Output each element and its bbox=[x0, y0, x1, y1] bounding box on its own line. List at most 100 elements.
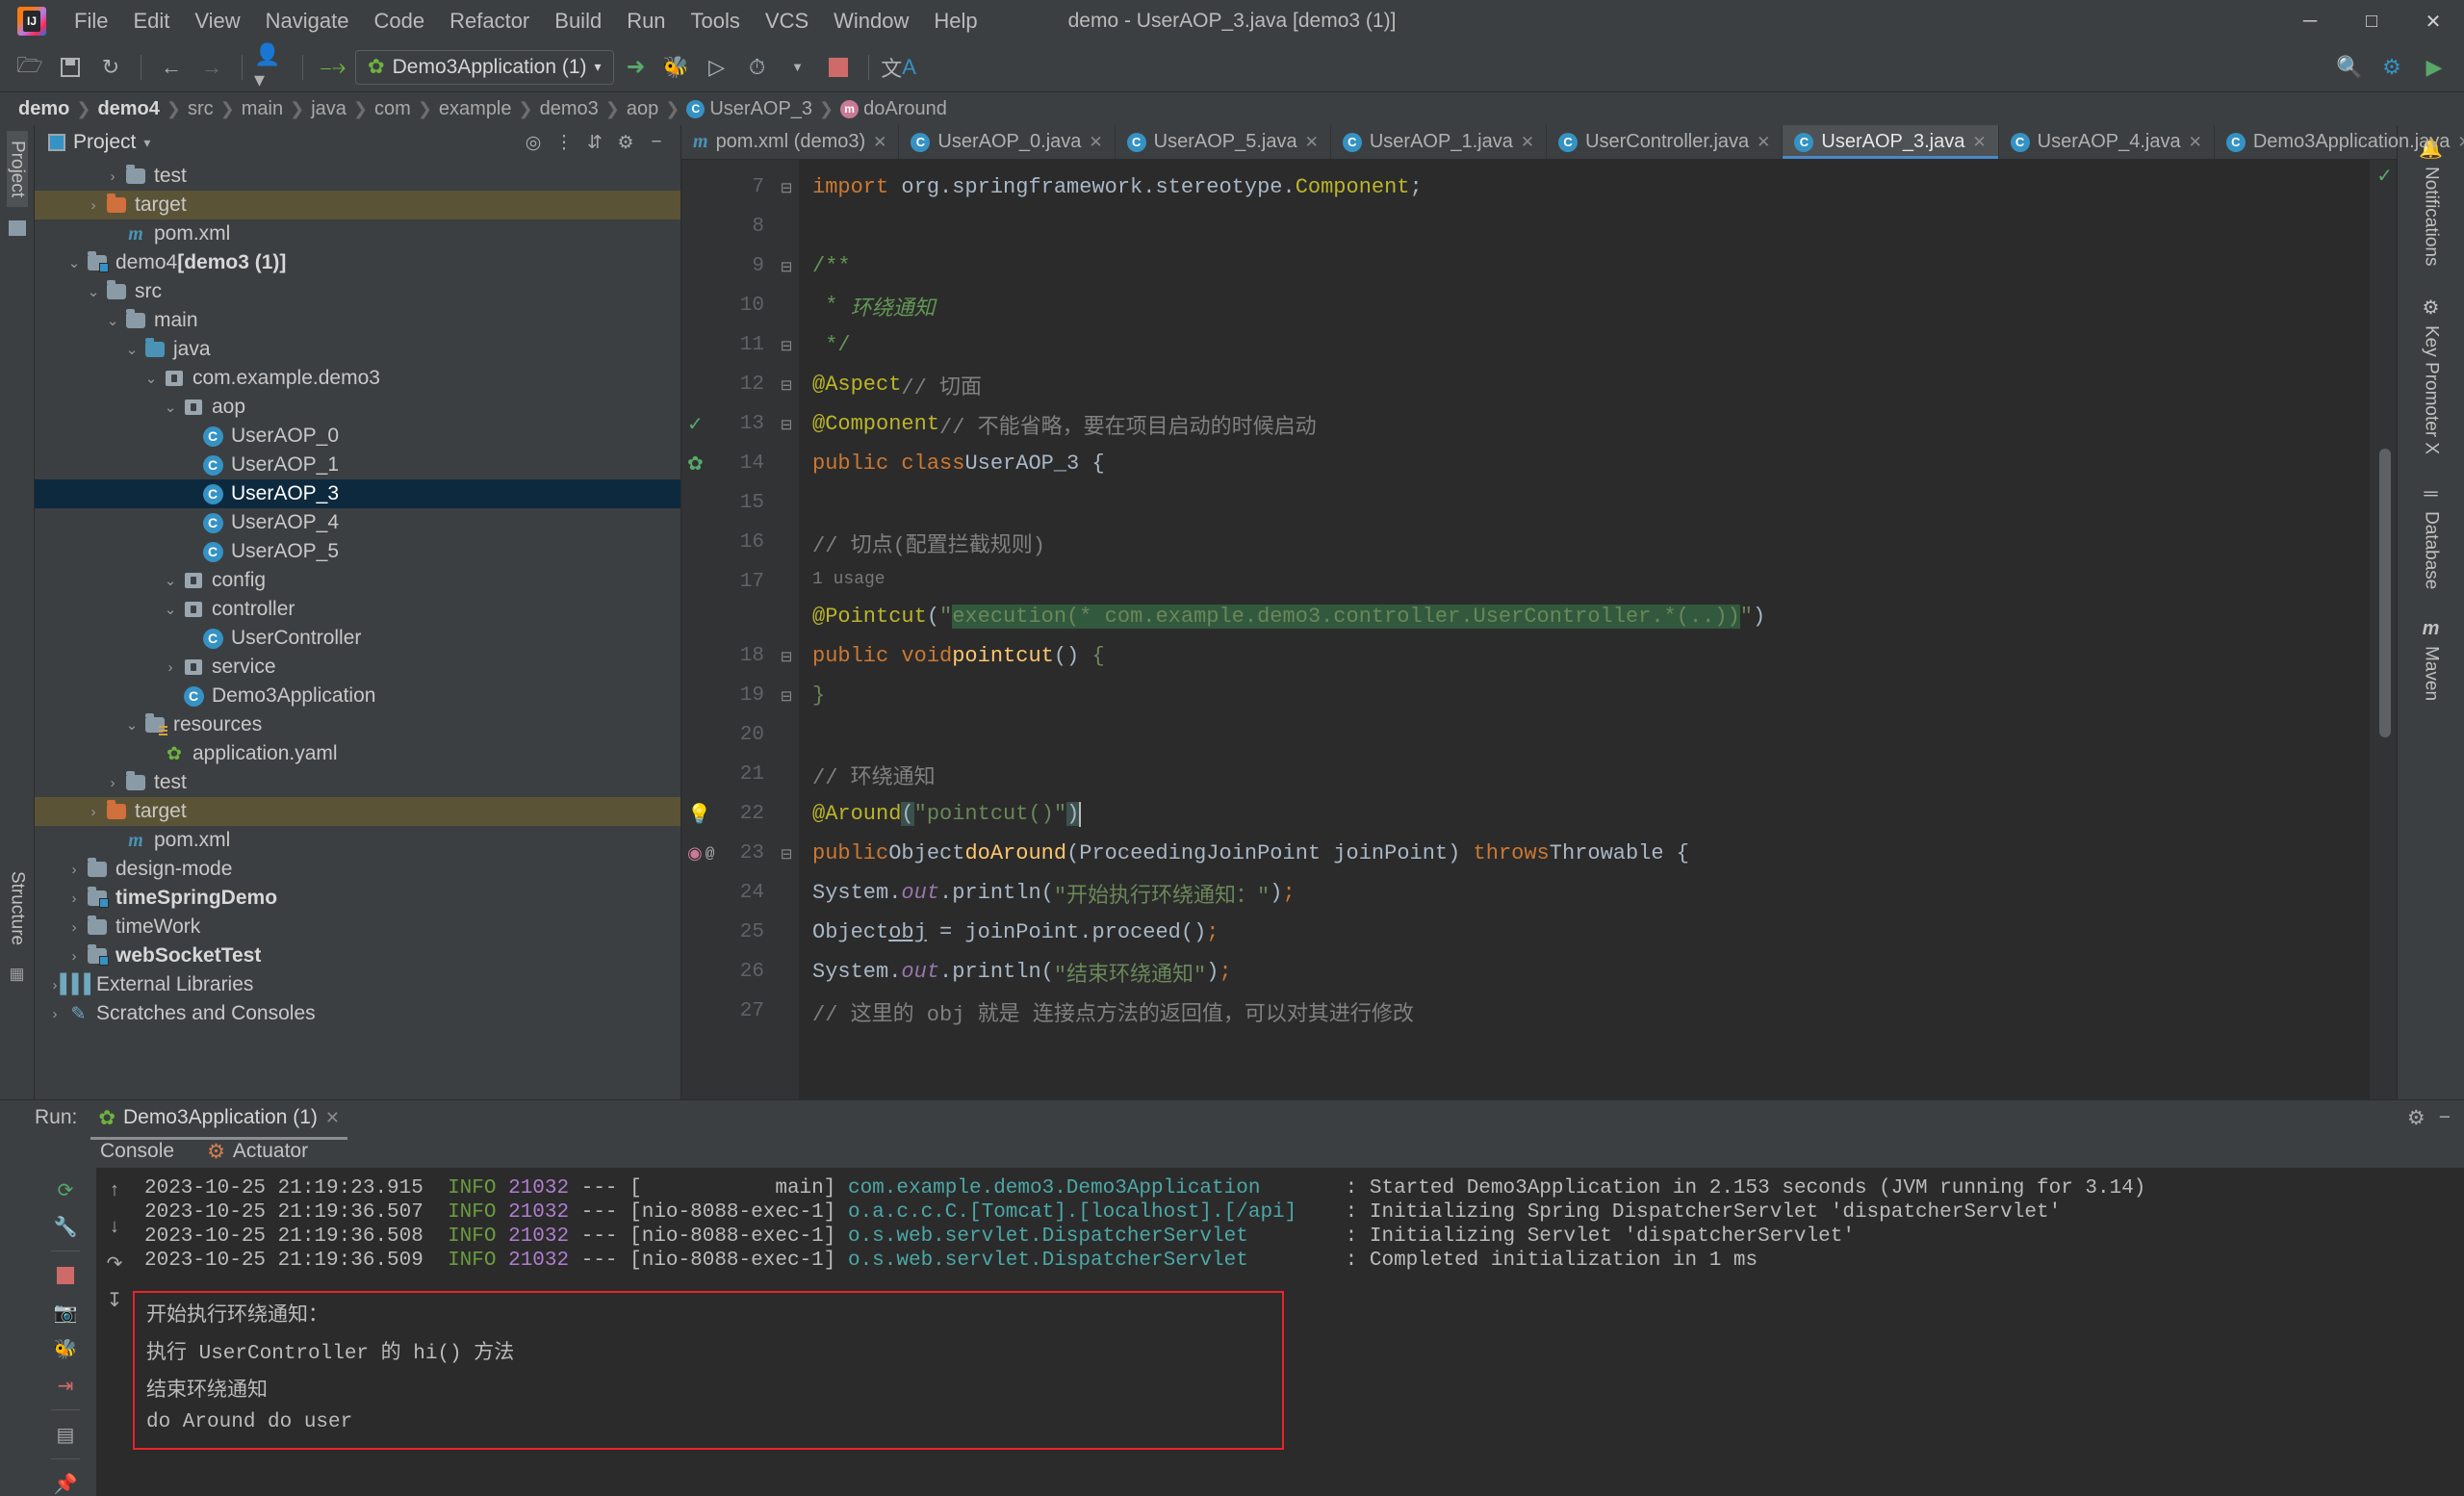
menu-vcs[interactable]: VCS bbox=[753, 5, 821, 38]
code-line-12[interactable]: @Aspect // 切面 bbox=[812, 365, 2370, 404]
code-line-16[interactable]: // 切点(配置拦截规则) bbox=[812, 523, 2370, 562]
tree-expand-arrow[interactable]: ⌄ bbox=[121, 716, 142, 734]
gutter-line-18[interactable]: 18 bbox=[681, 636, 774, 676]
fold-marker-9[interactable]: ⊟ bbox=[774, 246, 799, 286]
close-icon[interactable]: ✕ bbox=[2457, 133, 2464, 152]
run-configuration-selector[interactable]: ✿ Demo3Application (1) ▾ bbox=[355, 49, 614, 85]
gutter-line-17[interactable]: 17 bbox=[681, 562, 774, 602]
code-line-18[interactable]: public void pointcut() { bbox=[812, 636, 2370, 676]
tab-console[interactable]: Console bbox=[96, 1138, 178, 1165]
breadcrumb-item-example[interactable]: example bbox=[432, 96, 519, 122]
debug-attach-icon[interactable]: 🐝 bbox=[46, 1332, 85, 1365]
rail-item-maven[interactable]: m Maven bbox=[2421, 618, 2442, 701]
stop-icon[interactable] bbox=[820, 49, 857, 86]
menu-edit[interactable]: Edit bbox=[120, 5, 182, 38]
tree-node-java[interactable]: ⌄ java bbox=[35, 335, 680, 364]
tree-node-application-yaml[interactable]: ✿ application.yaml bbox=[35, 739, 680, 768]
tree-expand-arrow[interactable]: › bbox=[160, 659, 181, 676]
fold-marker-20[interactable] bbox=[774, 715, 799, 755]
ide-run-icon[interactable]: ▶ bbox=[2416, 49, 2452, 86]
soft-wrap-icon[interactable]: ↷ bbox=[95, 1247, 134, 1279]
fold-marker-23[interactable]: ⊟ bbox=[774, 834, 799, 873]
menu-window[interactable]: Window bbox=[821, 5, 921, 38]
tree-expand-arrow[interactable]: › bbox=[83, 197, 104, 214]
gutter-line-20[interactable]: 20 bbox=[681, 715, 774, 755]
scroll-down-icon[interactable]: ↓ bbox=[95, 1210, 134, 1243]
console-output[interactable]: ⟳ 🔧 📷 🐝 ⇥ ▤ 📌 ↑ ↓ ↷ ↧ 2023-10-25 21:19:2… bbox=[35, 1168, 2464, 1496]
close-icon[interactable]: ✕ bbox=[873, 133, 886, 152]
menu-tools[interactable]: Tools bbox=[679, 5, 753, 38]
fold-marker-25[interactable] bbox=[774, 913, 799, 952]
code-folding-column[interactable]: ⊟ ⊟ ⊟ ⊟ ⊟ ⊟ ⊟ ⊟ bbox=[774, 160, 799, 1099]
editor-scroll-thumb[interactable] bbox=[2379, 449, 2391, 737]
fold-marker-15[interactable] bbox=[774, 483, 799, 523]
gutter-line-27[interactable]: 27 bbox=[681, 992, 774, 1031]
spring-bean-icon[interactable]: ✓ bbox=[687, 412, 704, 437]
breadcrumb-item-demo3[interactable]: demo3 bbox=[533, 96, 605, 122]
rerun-icon[interactable]: ⟳ bbox=[46, 1174, 85, 1206]
fold-marker-13[interactable]: ⊟ bbox=[774, 404, 799, 444]
lightbulb-icon[interactable]: 💡 bbox=[687, 802, 711, 827]
console-text[interactable]: 2023-10-25 21:19:23.915 INFO 21032 --- [… bbox=[133, 1168, 2464, 1496]
project-tree[interactable]: › test › target m pom.xml ⌄ demo4 [demo3 (1)] ⌄ s… bbox=[35, 160, 680, 1099]
scroll-to-end-icon[interactable]: ↧ bbox=[95, 1283, 134, 1316]
spring-icon[interactable]: ✿ bbox=[687, 451, 704, 477]
menu-file[interactable]: File bbox=[62, 5, 120, 38]
annotation-marker-icon[interactable]: @ bbox=[706, 845, 715, 863]
tree-node-test[interactable]: › test bbox=[35, 768, 680, 797]
code-line-13[interactable]: @Component // 不能省略，要在项目启动的时候启动 bbox=[812, 404, 2370, 444]
structure-icon[interactable]: ▦ bbox=[9, 965, 24, 984]
tree-node-useraop-4[interactable]: C UserAOP_4 bbox=[35, 508, 680, 537]
code-line-19[interactable]: } bbox=[812, 676, 2370, 715]
menu-run[interactable]: Run bbox=[614, 5, 678, 38]
tree-node-timespringdemo[interactable]: › timeSpringDemo bbox=[35, 884, 680, 913]
close-icon[interactable]: ✕ bbox=[1089, 133, 1102, 152]
gutter-line-8[interactable]: 8 bbox=[681, 207, 774, 246]
tree-node-com-example-demo3[interactable]: ⌄ com.example.demo3 bbox=[35, 364, 680, 393]
fold-marker-7[interactable]: ⊟ bbox=[774, 168, 799, 207]
editor-tab-useraop-1-java[interactable]: C UserAOP_1.java ✕ bbox=[1331, 125, 1548, 159]
code-text[interactable]: import org.springframework.stereotype. Co… bbox=[799, 160, 2370, 1099]
close-icon[interactable]: ✕ bbox=[1972, 133, 1986, 152]
updates-icon[interactable]: ⚙ bbox=[2374, 49, 2410, 86]
tree-node-useraop-5[interactable]: C UserAOP_5 bbox=[35, 537, 680, 566]
gutter-line-25[interactable]: 25 bbox=[681, 913, 774, 952]
profile-selector-icon[interactable]: 👤▾ bbox=[254, 42, 291, 91]
debug-icon[interactable]: 🐝 bbox=[658, 49, 695, 86]
layout-icon[interactable]: ▤ bbox=[46, 1418, 85, 1451]
search-icon[interactable]: 🔍 bbox=[2331, 49, 2368, 86]
tree-expand-arrow[interactable]: › bbox=[83, 804, 104, 820]
breadcrumb-item-demo[interactable]: demo bbox=[12, 96, 76, 122]
menu-view[interactable]: View bbox=[182, 5, 252, 38]
code-line-9[interactable]: /** bbox=[812, 246, 2370, 286]
menu-navigate[interactable]: Navigate bbox=[253, 5, 362, 38]
fold-marker-19[interactable]: ⊟ bbox=[774, 676, 799, 715]
code-line-25[interactable]: Object obj = joinPoint.proceed(); bbox=[812, 913, 2370, 952]
gutter-line-19[interactable]: 19 bbox=[681, 676, 774, 715]
breadcrumb-item-java[interactable]: java bbox=[304, 96, 353, 122]
code-line-21[interactable]: // 环绕通知 bbox=[812, 755, 2370, 794]
tree-expand-arrow[interactable]: › bbox=[64, 890, 85, 907]
camera-icon[interactable]: 📷 bbox=[46, 1296, 85, 1328]
gutter-line-12[interactable]: 12 bbox=[681, 365, 774, 404]
tree-node-demo4-[interactable]: ⌄ demo4 [demo3 (1)] bbox=[35, 248, 680, 277]
save-icon[interactable] bbox=[52, 49, 89, 86]
settings-gear-icon[interactable]: ⚙ bbox=[2407, 1106, 2426, 1130]
gutter-line-13[interactable]: ✓ 13 bbox=[681, 404, 774, 444]
gutter-line-24[interactable]: 24 bbox=[681, 873, 774, 913]
menu-help[interactable]: Help bbox=[921, 5, 989, 38]
code-line-8[interactable] bbox=[812, 207, 2370, 246]
export-icon[interactable]: ⇥ bbox=[46, 1369, 85, 1402]
tree-expand-arrow[interactable]: › bbox=[102, 168, 123, 185]
rail-item-key-promoter[interactable]: ⚙ Key Promoter X bbox=[2421, 296, 2442, 454]
code-line-23[interactable]: public Object doAround(ProceedingJoinPoi… bbox=[812, 834, 2370, 873]
editor-tab-usercontroller-java[interactable]: C UserController.java ✕ bbox=[1547, 125, 1784, 159]
inspection-status-ok-icon[interactable]: ✓ bbox=[2376, 164, 2393, 188]
close-icon[interactable]: ✕ bbox=[1757, 133, 1770, 152]
tree-node-websockettest[interactable]: › webSocketTest bbox=[35, 941, 680, 970]
tree-node-scratches-and-consoles[interactable]: › ✎ Scratches and Consoles bbox=[35, 999, 680, 1028]
tree-expand-arrow[interactable]: ⌄ bbox=[121, 341, 142, 358]
code-line-22[interactable]: @Around("pointcut()") bbox=[812, 794, 2370, 834]
project-folder-icon[interactable] bbox=[8, 220, 26, 237]
tree-node-target[interactable]: › target bbox=[35, 191, 680, 219]
